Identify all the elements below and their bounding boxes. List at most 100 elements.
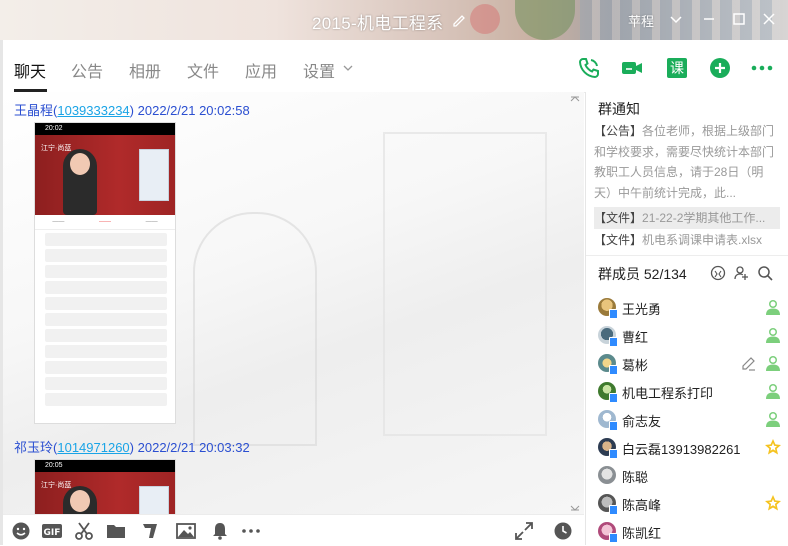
admin-badge-icon bbox=[766, 300, 780, 315]
panel-divider bbox=[586, 255, 788, 256]
chat-background-art bbox=[193, 212, 317, 446]
search-icon[interactable] bbox=[757, 265, 773, 281]
livestream-banner: 江宁·尚蓝 bbox=[35, 135, 175, 215]
chevron-down-icon[interactable] bbox=[343, 64, 353, 72]
file-name: 21-22-2学期其他工作... bbox=[642, 211, 766, 225]
device-badge-icon bbox=[609, 505, 618, 515]
image-icon[interactable] bbox=[176, 521, 196, 541]
folder-icon[interactable] bbox=[106, 521, 126, 541]
member-row[interactable]: 俞志友 bbox=[596, 407, 782, 431]
member-name: 曹红 bbox=[622, 330, 649, 345]
device-badge-icon bbox=[609, 337, 618, 347]
member-name: 俞志友 bbox=[622, 414, 662, 429]
video-call-icon[interactable] bbox=[620, 56, 644, 80]
members-title: 群成员 52/134 bbox=[598, 266, 687, 282]
close-icon[interactable] bbox=[760, 10, 778, 28]
member-row[interactable]: 王光勇 bbox=[596, 295, 782, 319]
bell-icon[interactable] bbox=[210, 521, 230, 541]
announcement-tag: 【公告】 bbox=[594, 124, 643, 138]
title-bar-background-art bbox=[470, 4, 500, 34]
device-badge-icon bbox=[609, 533, 618, 543]
message-time: 2022/2/21 20:03:32 bbox=[137, 440, 250, 455]
minimize-icon[interactable] bbox=[700, 10, 718, 28]
emoji-icon[interactable] bbox=[11, 521, 31, 541]
gif-icon[interactable]: GIF bbox=[42, 521, 62, 541]
member-name: 白云磊13913982261 bbox=[622, 442, 741, 457]
more-icon[interactable] bbox=[750, 56, 774, 80]
member-row[interactable]: 葛彬 bbox=[596, 351, 782, 375]
tab-bar: 聊天 公告 相册 文件 应用 设置 课 bbox=[3, 40, 788, 93]
member-name: 陈聪 bbox=[622, 470, 649, 485]
window-title: 2015-机电工程系 bbox=[312, 14, 444, 33]
tab-chat[interactable]: 聊天 bbox=[14, 58, 46, 82]
edit-title-icon[interactable] bbox=[451, 12, 467, 28]
member-row[interactable]: 陈高峰 bbox=[596, 491, 782, 515]
chevron-down-icon[interactable] bbox=[667, 10, 685, 28]
chat-message-area[interactable]: 王晶程(1039333234) 2022/2/21 20:02:58 20:02… bbox=[3, 92, 584, 514]
chat-background-art bbox=[383, 132, 547, 436]
announcement-preview[interactable]: 【公告】各位老师，根据上级部门和学校要求，需要尽快统计本部门教职工人员信息，请于… bbox=[594, 121, 780, 203]
message-sender-line: 王晶程(1039333234) 2022/2/21 20:02:58 bbox=[14, 103, 250, 118]
notice-title: 群通知 bbox=[598, 101, 640, 117]
member-info-icon[interactable] bbox=[710, 265, 726, 281]
file-notice-row[interactable]: 【文件】21-22-2学期其他工作... bbox=[594, 207, 780, 229]
svg-text:GIF: GIF bbox=[44, 528, 61, 538]
more-tools-icon[interactable] bbox=[241, 521, 261, 541]
member-name: 葛彬 bbox=[622, 358, 649, 373]
phone-status-time: 20:05 bbox=[35, 460, 175, 472]
tab-settings[interactable]: 设置 bbox=[303, 58, 335, 82]
device-badge-icon bbox=[609, 421, 618, 431]
member-row[interactable]: 白云磊13913982261 bbox=[596, 435, 782, 459]
tab-album[interactable]: 相册 bbox=[129, 58, 161, 82]
message-image[interactable]: 20:02 江宁·尚蓝 —— —— —— bbox=[34, 122, 176, 424]
message-sender-line: 祁玉玲(1014971260) 2022/2/21 20:03:32 bbox=[14, 440, 250, 455]
phone-status-time: 20:02 bbox=[35, 123, 175, 135]
device-badge-icon bbox=[609, 309, 618, 319]
member-row[interactable]: 机电工程系打印 bbox=[596, 379, 782, 403]
device-badge-icon bbox=[609, 393, 618, 403]
input-toolbar: GIF bbox=[3, 514, 584, 546]
owner-star-icon bbox=[765, 495, 781, 511]
member-row[interactable]: 曹红 bbox=[596, 323, 782, 347]
message-image[interactable]: 20:05 江宁·尚蓝 bbox=[34, 459, 176, 514]
tab-files[interactable]: 文件 bbox=[187, 58, 219, 82]
window-user-label[interactable]: 苹程 bbox=[628, 11, 654, 30]
admin-badge-icon bbox=[766, 356, 780, 371]
owner-star-icon bbox=[765, 439, 781, 455]
admin-badge-icon bbox=[766, 412, 780, 427]
tab-announcement[interactable]: 公告 bbox=[71, 58, 103, 82]
add-icon[interactable] bbox=[708, 56, 732, 80]
member-row[interactable]: 陈凯红 bbox=[596, 519, 782, 543]
history-clock-icon[interactable] bbox=[553, 521, 573, 541]
tab-apps[interactable]: 应用 bbox=[245, 58, 277, 82]
admin-badge-icon bbox=[766, 384, 780, 399]
scroll-up-icon[interactable] bbox=[570, 96, 580, 102]
device-badge-icon bbox=[609, 365, 618, 375]
text-format-icon[interactable] bbox=[140, 521, 160, 541]
member-name: 陈高峰 bbox=[622, 498, 662, 513]
sender-name[interactable]: 王晶程 bbox=[14, 103, 53, 118]
sender-qq-link[interactable]: 1014971260 bbox=[57, 440, 129, 455]
member-name: 陈凯红 bbox=[622, 526, 662, 541]
lesson-label: 课 bbox=[670, 61, 684, 77]
message-time: 2022/2/21 20:02:58 bbox=[137, 103, 250, 118]
lesson-icon[interactable]: 课 bbox=[665, 56, 689, 80]
maximize-icon[interactable] bbox=[730, 10, 748, 28]
livestream-banner: 江宁·尚蓝 bbox=[35, 472, 175, 514]
avatar bbox=[598, 466, 616, 484]
scissors-icon[interactable] bbox=[74, 521, 94, 541]
member-row[interactable]: 陈聪 bbox=[596, 463, 782, 487]
phone-icon[interactable] bbox=[577, 56, 601, 80]
edit-pencil-icon[interactable] bbox=[740, 355, 756, 371]
sender-qq-link[interactable]: 1039333234 bbox=[57, 103, 129, 118]
admin-badge-icon bbox=[766, 328, 780, 343]
expand-icon[interactable] bbox=[514, 521, 534, 541]
add-member-icon[interactable] bbox=[733, 265, 749, 281]
group-info-panel: 群通知 【公告】各位老师，根据上级部门和学校要求，需要尽快统计本部门教职工人员信… bbox=[585, 92, 788, 545]
file-name: 机电系调课申请表.xlsx bbox=[642, 233, 763, 247]
member-name: 机电工程系打印 bbox=[622, 386, 714, 401]
scroll-down-icon[interactable] bbox=[570, 505, 580, 511]
title-bar[interactable]: 2015-机电工程系 苹程 bbox=[0, 0, 788, 40]
sender-name[interactable]: 祁玉玲 bbox=[14, 440, 53, 455]
file-notice-row[interactable]: 【文件】机电系调课申请表.xlsx bbox=[594, 229, 780, 251]
